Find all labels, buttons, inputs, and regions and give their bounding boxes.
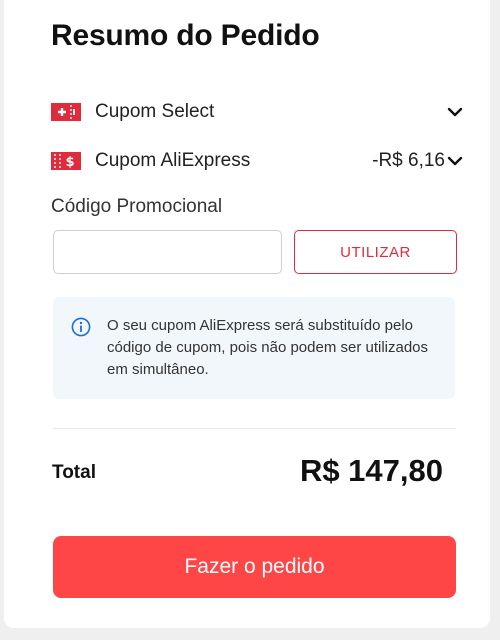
total-label: Total xyxy=(52,462,96,483)
place-order-button[interactable]: Fazer o pedido xyxy=(53,536,456,598)
info-icon xyxy=(71,317,91,337)
promo-code-input[interactable] xyxy=(53,230,282,274)
coupon-select-label: Cupom Select xyxy=(95,101,215,122)
coupon-dollar-icon: $ xyxy=(51,152,81,170)
chevron-down-icon xyxy=(447,156,463,166)
order-summary-card: Resumo do Pedido Cupom Select $ Cupom Al… xyxy=(4,0,490,628)
chevron-down-icon xyxy=(447,107,463,117)
coupon-aliexpress-row[interactable]: $ Cupom AliExpress -R$ 6,16 xyxy=(51,146,463,176)
divider xyxy=(53,428,456,429)
coupon-aliexpress-label: Cupom AliExpress xyxy=(95,150,251,171)
coupon-select-row[interactable]: Cupom Select xyxy=(51,97,463,127)
coupon-aliexpress-value: -R$ 6,16 xyxy=(372,150,445,171)
svg-text:$: $ xyxy=(65,155,74,170)
apply-promo-button[interactable]: UTILIZAR xyxy=(294,230,457,274)
promo-code-label: Código Promocional xyxy=(51,196,223,217)
notice-text: O seu cupom AliExpress será substituído … xyxy=(107,317,429,378)
coupon-notice: O seu cupom AliExpress será substituído … xyxy=(53,297,455,399)
coupon-plus-icon xyxy=(51,103,81,121)
total-value: R$ 147,80 xyxy=(299,453,443,488)
page-title: Resumo do Pedido xyxy=(51,19,320,52)
